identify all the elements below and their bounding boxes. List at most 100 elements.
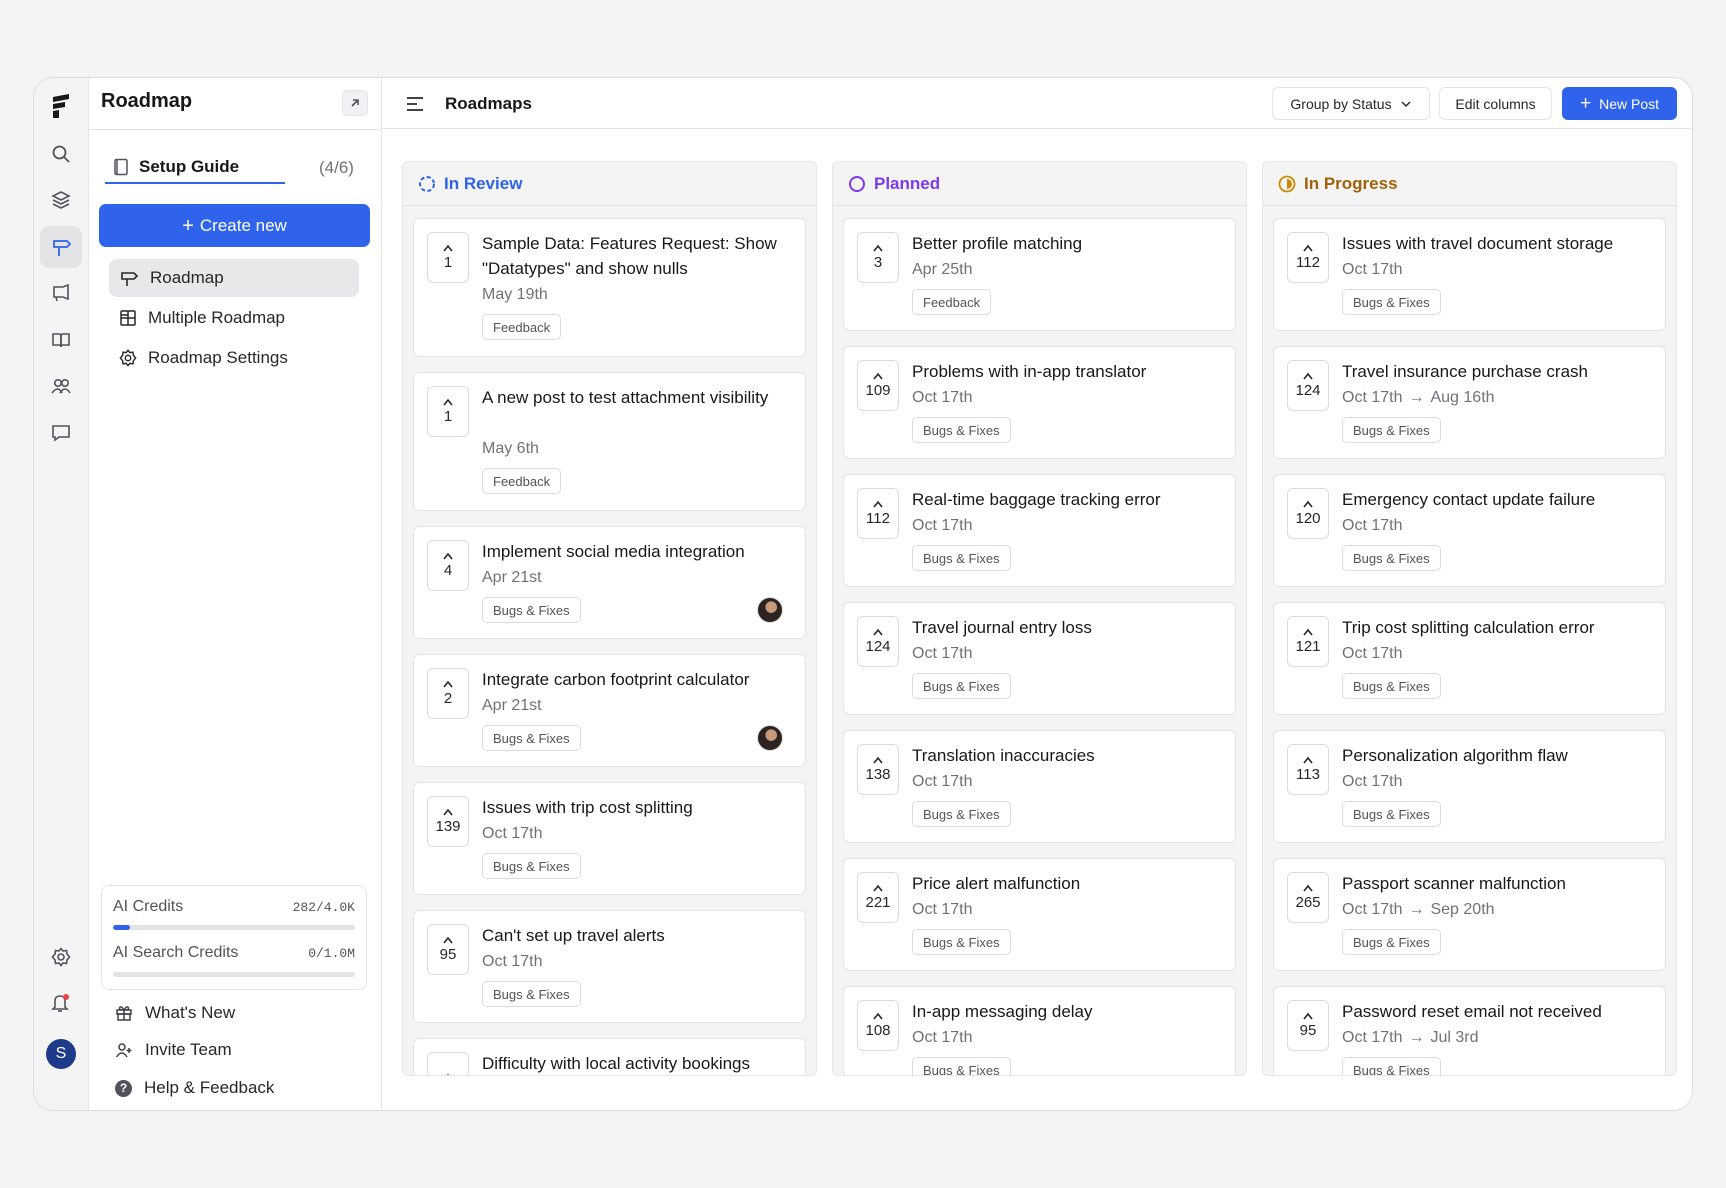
vote-count: 265 bbox=[1295, 894, 1321, 911]
upvote-button[interactable]: 95 bbox=[427, 924, 469, 975]
category-tag: Bugs & Fixes bbox=[1342, 1057, 1441, 1075]
upvote-button[interactable]: 121 bbox=[1287, 616, 1329, 667]
group-by-select[interactable]: Group by Status bbox=[1272, 87, 1430, 120]
chevron-up-icon bbox=[873, 884, 883, 892]
vote-count: 112 bbox=[1296, 254, 1320, 271]
grid-icon bbox=[120, 310, 136, 326]
whats-new-link[interactable]: What's New bbox=[115, 998, 235, 1028]
nav-item-roadmap-settings[interactable]: Roadmap Settings bbox=[109, 339, 359, 377]
upvote-button[interactable]: 4 bbox=[427, 540, 469, 591]
roadmap-icon[interactable] bbox=[40, 226, 82, 268]
category-tag: Bugs & Fixes bbox=[482, 725, 581, 751]
page-title: Roadmaps bbox=[445, 94, 532, 113]
upvote-button[interactable]: 124 bbox=[857, 616, 899, 667]
post-card[interactable]: 139 Issues with trip cost splitting Oct 17… bbox=[413, 782, 806, 895]
megaphone-icon[interactable] bbox=[40, 272, 82, 314]
upvote-button[interactable]: 112 bbox=[857, 488, 899, 539]
upvote-button[interactable]: 138 bbox=[857, 744, 899, 795]
gift-icon bbox=[116, 1006, 132, 1021]
post-card[interactable]: 124 Travel journal entry loss Oct 17th Bugs… bbox=[843, 602, 1236, 715]
assignee-avatar[interactable] bbox=[757, 725, 783, 751]
upvote-button[interactable]: 113 bbox=[1287, 744, 1329, 795]
post-card[interactable]: 95 Password reset email not received Oct 1… bbox=[1273, 986, 1666, 1075]
message-icon[interactable] bbox=[40, 412, 82, 454]
post-card[interactable]: 3 Better profile matching Apr 25th Feedback bbox=[843, 218, 1236, 331]
post-title: Trip cost splitting calculation error bbox=[1342, 618, 1595, 637]
post-card[interactable]: 221 Price alert malfunction Oct 17th Bugs &… bbox=[843, 858, 1236, 971]
start-date: Oct 17th bbox=[912, 645, 973, 662]
vote-count: 138 bbox=[865, 766, 891, 783]
upvote-button[interactable]: 2 bbox=[427, 668, 469, 719]
post-card[interactable]: 113 Personalization algorithm flaw Oct 17t… bbox=[1273, 730, 1666, 843]
assignee-avatar[interactable] bbox=[757, 597, 783, 623]
post-date: Oct 17th bbox=[912, 388, 972, 408]
edit-columns-button[interactable]: Edit columns bbox=[1439, 87, 1552, 120]
post-card[interactable]: 265 Passport scanner malfunction Oct 17th →… bbox=[1273, 858, 1666, 971]
post-card[interactable]: 1 A new post to test attachment visibilit… bbox=[413, 372, 806, 511]
upvote-button[interactable]: 95 bbox=[1287, 1000, 1329, 1051]
chevron-up-icon bbox=[873, 372, 883, 380]
post-card[interactable]: 2 Integrate carbon footprint calculator Ap… bbox=[413, 654, 806, 767]
post-card[interactable]: 1 Sample Data: Features Request: Show "Da… bbox=[413, 218, 806, 357]
post-card[interactable]: 95 Can't set up travel alerts Oct 17th Bugs… bbox=[413, 910, 806, 1023]
post-card[interactable]: 121 Trip cost splitting calculation error… bbox=[1273, 602, 1666, 715]
post-date: Oct 17th bbox=[1342, 772, 1402, 792]
create-new-button[interactable]: + Create new bbox=[99, 204, 370, 247]
chevron-up-icon bbox=[446, 1073, 450, 1075]
logo-icon[interactable] bbox=[40, 85, 82, 127]
users-icon[interactable] bbox=[40, 365, 82, 407]
column-cards: 112 Issues with travel document storage Oc… bbox=[1263, 206, 1676, 1075]
credits-panel: AI Credits 282/4.0K AI Search Credits 0/… bbox=[101, 885, 367, 990]
upvote-button[interactable]: 265 bbox=[1287, 872, 1329, 923]
column-in-review: In Review 1 Sample Data: Features Request:… bbox=[402, 161, 817, 1076]
post-card[interactable]: 4 Implement social media integration Apr 2… bbox=[413, 526, 806, 639]
layers-icon[interactable] bbox=[40, 179, 82, 221]
menu-toggle-button[interactable] bbox=[402, 91, 428, 117]
upvote-button[interactable]: 139 bbox=[427, 796, 469, 847]
post-card[interactable]: 138 Translation inaccuracies Oct 17th Bugs … bbox=[843, 730, 1236, 843]
post-title: Implement social media integration bbox=[482, 542, 745, 561]
chevron-up-icon bbox=[1303, 500, 1313, 508]
book-icon[interactable] bbox=[40, 319, 82, 361]
expand-button[interactable] bbox=[342, 90, 368, 116]
post-date: Oct 17th bbox=[1342, 516, 1402, 536]
post-card[interactable]: 109 Problems with in-app translator Oct 17… bbox=[843, 346, 1236, 459]
setup-guide-tab[interactable]: Setup Guide bbox=[105, 152, 285, 184]
upvote-button[interactable]: 3 bbox=[857, 232, 899, 283]
upvote-button[interactable]: 221 bbox=[857, 872, 899, 923]
settings-icon[interactable] bbox=[40, 936, 82, 978]
upvote-button[interactable]: 1 bbox=[427, 232, 469, 283]
help-feedback-link[interactable]: ? Help & Feedback bbox=[115, 1073, 274, 1103]
upvote-button[interactable]: 109 bbox=[857, 360, 899, 411]
post-card[interactable]: 120 Emergency contact update failure Oct 1… bbox=[1273, 474, 1666, 587]
invite-team-link[interactable]: Invite Team bbox=[115, 1035, 232, 1065]
top-bar: Roadmaps Group by Status Edit columns + … bbox=[382, 78, 1692, 129]
bell-icon[interactable] bbox=[40, 982, 82, 1024]
upvote-button[interactable]: 124 bbox=[1287, 360, 1329, 411]
start-date: May 19th bbox=[482, 286, 548, 303]
upvote-button[interactable]: 120 bbox=[1287, 488, 1329, 539]
post-card[interactable]: 112 Issues with travel document storage Oc… bbox=[1273, 218, 1666, 331]
planned-status-icon bbox=[848, 175, 866, 193]
upvote-button[interactable]: 112 bbox=[1287, 232, 1329, 283]
post-card[interactable]: 112 Real-time baggage tracking error Oct 1… bbox=[843, 474, 1236, 587]
post-card[interactable]: 124 Travel insurance purchase crash Oct 17… bbox=[1273, 346, 1666, 459]
user-avatar[interactable]: S bbox=[40, 1033, 82, 1075]
vote-count: 2 bbox=[443, 690, 453, 707]
ai-credits-row: AI Credits 282/4.0K bbox=[113, 898, 355, 916]
post-title: Emergency contact update failure bbox=[1342, 490, 1596, 509]
new-post-button[interactable]: + New Post bbox=[1562, 87, 1677, 120]
start-date: Oct 17th bbox=[912, 773, 973, 790]
search-icon[interactable] bbox=[40, 133, 82, 175]
post-card[interactable]: Difficulty with local activity bookings bbox=[413, 1038, 806, 1075]
upvote-button[interactable]: 1 bbox=[427, 386, 469, 437]
ai-search-credits-row: AI Search Credits 0/1.0M bbox=[113, 944, 355, 962]
nav-item-multiple-roadmap[interactable]: Multiple Roadmap bbox=[109, 299, 359, 337]
category-tag: Feedback bbox=[482, 468, 562, 494]
nav-item-roadmap[interactable]: Roadmap bbox=[109, 259, 359, 297]
upvote-button[interactable]: 108 bbox=[857, 1000, 899, 1051]
post-card[interactable]: 108 In-app messaging delay Oct 17th Bugs & … bbox=[843, 986, 1236, 1075]
gear-icon bbox=[119, 349, 137, 367]
column-title: Planned bbox=[874, 173, 941, 193]
upvote-button[interactable] bbox=[427, 1052, 469, 1075]
